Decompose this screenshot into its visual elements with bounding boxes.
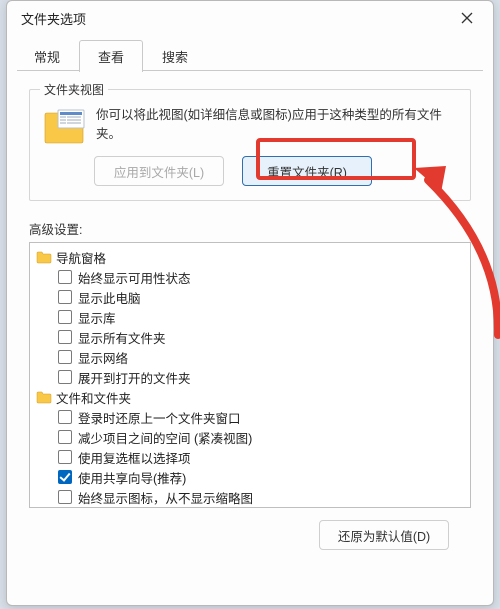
tree-item[interactable]: 显示此电脑	[32, 287, 468, 307]
tree-item[interactable]: 显示库	[32, 307, 468, 327]
tree-group-label: 导航窗格	[56, 248, 106, 267]
tree-item-checkbox[interactable]	[58, 470, 72, 484]
tree-item[interactable]: 始终显示图标，从不显示缩略图	[32, 487, 468, 507]
tree-item-checkbox[interactable]	[58, 330, 72, 344]
advanced-settings-tree[interactable]: 导航窗格始终显示可用性状态显示此电脑显示库显示所有文件夹显示网络展开到打开的文件…	[29, 242, 471, 508]
tree-item[interactable]: 使用复选框以选择项	[32, 447, 468, 467]
tree-item-checkbox[interactable]	[58, 430, 72, 444]
advanced-settings-label: 高级设置:	[29, 219, 471, 238]
window-title: 文件夹选项	[21, 9, 447, 28]
folder-views-icon	[42, 106, 86, 146]
tree-item[interactable]: 减少项目之间的空间 (紧凑视图)	[32, 427, 468, 447]
tree-item-label: 使用复选框以选择项	[78, 448, 191, 467]
folder-views-desc: 你可以将此视图(如详细信息或图标)应用于这种类型的所有文件夹。	[96, 106, 458, 146]
tree-item-checkbox[interactable]	[58, 370, 72, 384]
tree-group-label: 文件和文件夹	[56, 388, 131, 407]
folder-views-legend: 文件夹视图	[40, 81, 108, 98]
tree-item-label: 登录时还原上一个文件夹窗口	[78, 408, 241, 427]
tree-item-label: 使用共享向导(推荐)	[78, 468, 186, 487]
tree-item-checkbox[interactable]	[58, 270, 72, 284]
tree-item-checkbox[interactable]	[58, 290, 72, 304]
tree-item-checkbox[interactable]	[58, 310, 72, 324]
tree-group[interactable]: 导航窗格	[32, 247, 468, 267]
tree-group[interactable]: 文件和文件夹	[32, 387, 468, 407]
tree-item-checkbox[interactable]	[58, 490, 72, 504]
tree-item-checkbox[interactable]	[58, 410, 72, 424]
tree-item-label: 显示此电脑	[78, 288, 141, 307]
tree-item[interactable]: 使用共享向导(推荐)	[32, 467, 468, 487]
tree-item[interactable]: 展开到打开的文件夹	[32, 367, 468, 387]
tree-item-label: 显示网络	[78, 348, 128, 367]
tree-item-label: 减少项目之间的空间 (紧凑视图)	[78, 428, 252, 447]
close-icon	[461, 12, 473, 24]
reset-folders-button[interactable]: 重置文件夹(R)	[242, 156, 372, 186]
tree-item[interactable]: 显示所有文件夹	[32, 327, 468, 347]
folder-options-dialog: 文件夹选项 常规 查看 搜索 文件夹视图	[6, 0, 494, 606]
tab-search[interactable]: 搜索	[143, 40, 207, 72]
tree-item-checkbox[interactable]	[58, 450, 72, 464]
restore-defaults-button[interactable]: 还原为默认值(D)	[319, 520, 449, 550]
tree-item[interactable]: 登录时还原上一个文件夹窗口	[32, 407, 468, 427]
folder-views-group: 文件夹视图 你可以将此视图(如详细信息或图标)应用于这种类型的所有文件夹。 应用…	[29, 89, 471, 201]
tree-item[interactable]: 显示网络	[32, 347, 468, 367]
tab-general[interactable]: 常规	[15, 40, 79, 72]
tab-view[interactable]: 查看	[79, 40, 143, 72]
tree-item-label: 展开到打开的文件夹	[78, 368, 191, 387]
apply-to-folders-button: 应用到文件夹(L)	[94, 156, 224, 186]
tab-content: 文件夹视图 你可以将此视图(如详细信息或图标)应用于这种类型的所有文件夹。 应用…	[7, 71, 493, 564]
titlebar: 文件夹选项	[7, 1, 493, 35]
tree-item-checkbox[interactable]	[58, 350, 72, 364]
tree-item-label: 显示库	[78, 308, 116, 327]
tree-item[interactable]: 始终显示可用性状态	[32, 267, 468, 287]
tree-item-label: 显示所有文件夹	[78, 328, 166, 347]
close-button[interactable]	[447, 4, 487, 32]
tree-item-label: 始终显示可用性状态	[78, 268, 191, 287]
tree-item-label: 始终显示图标，从不显示缩略图	[78, 488, 253, 507]
tab-strip: 常规 查看 搜索	[7, 39, 493, 71]
